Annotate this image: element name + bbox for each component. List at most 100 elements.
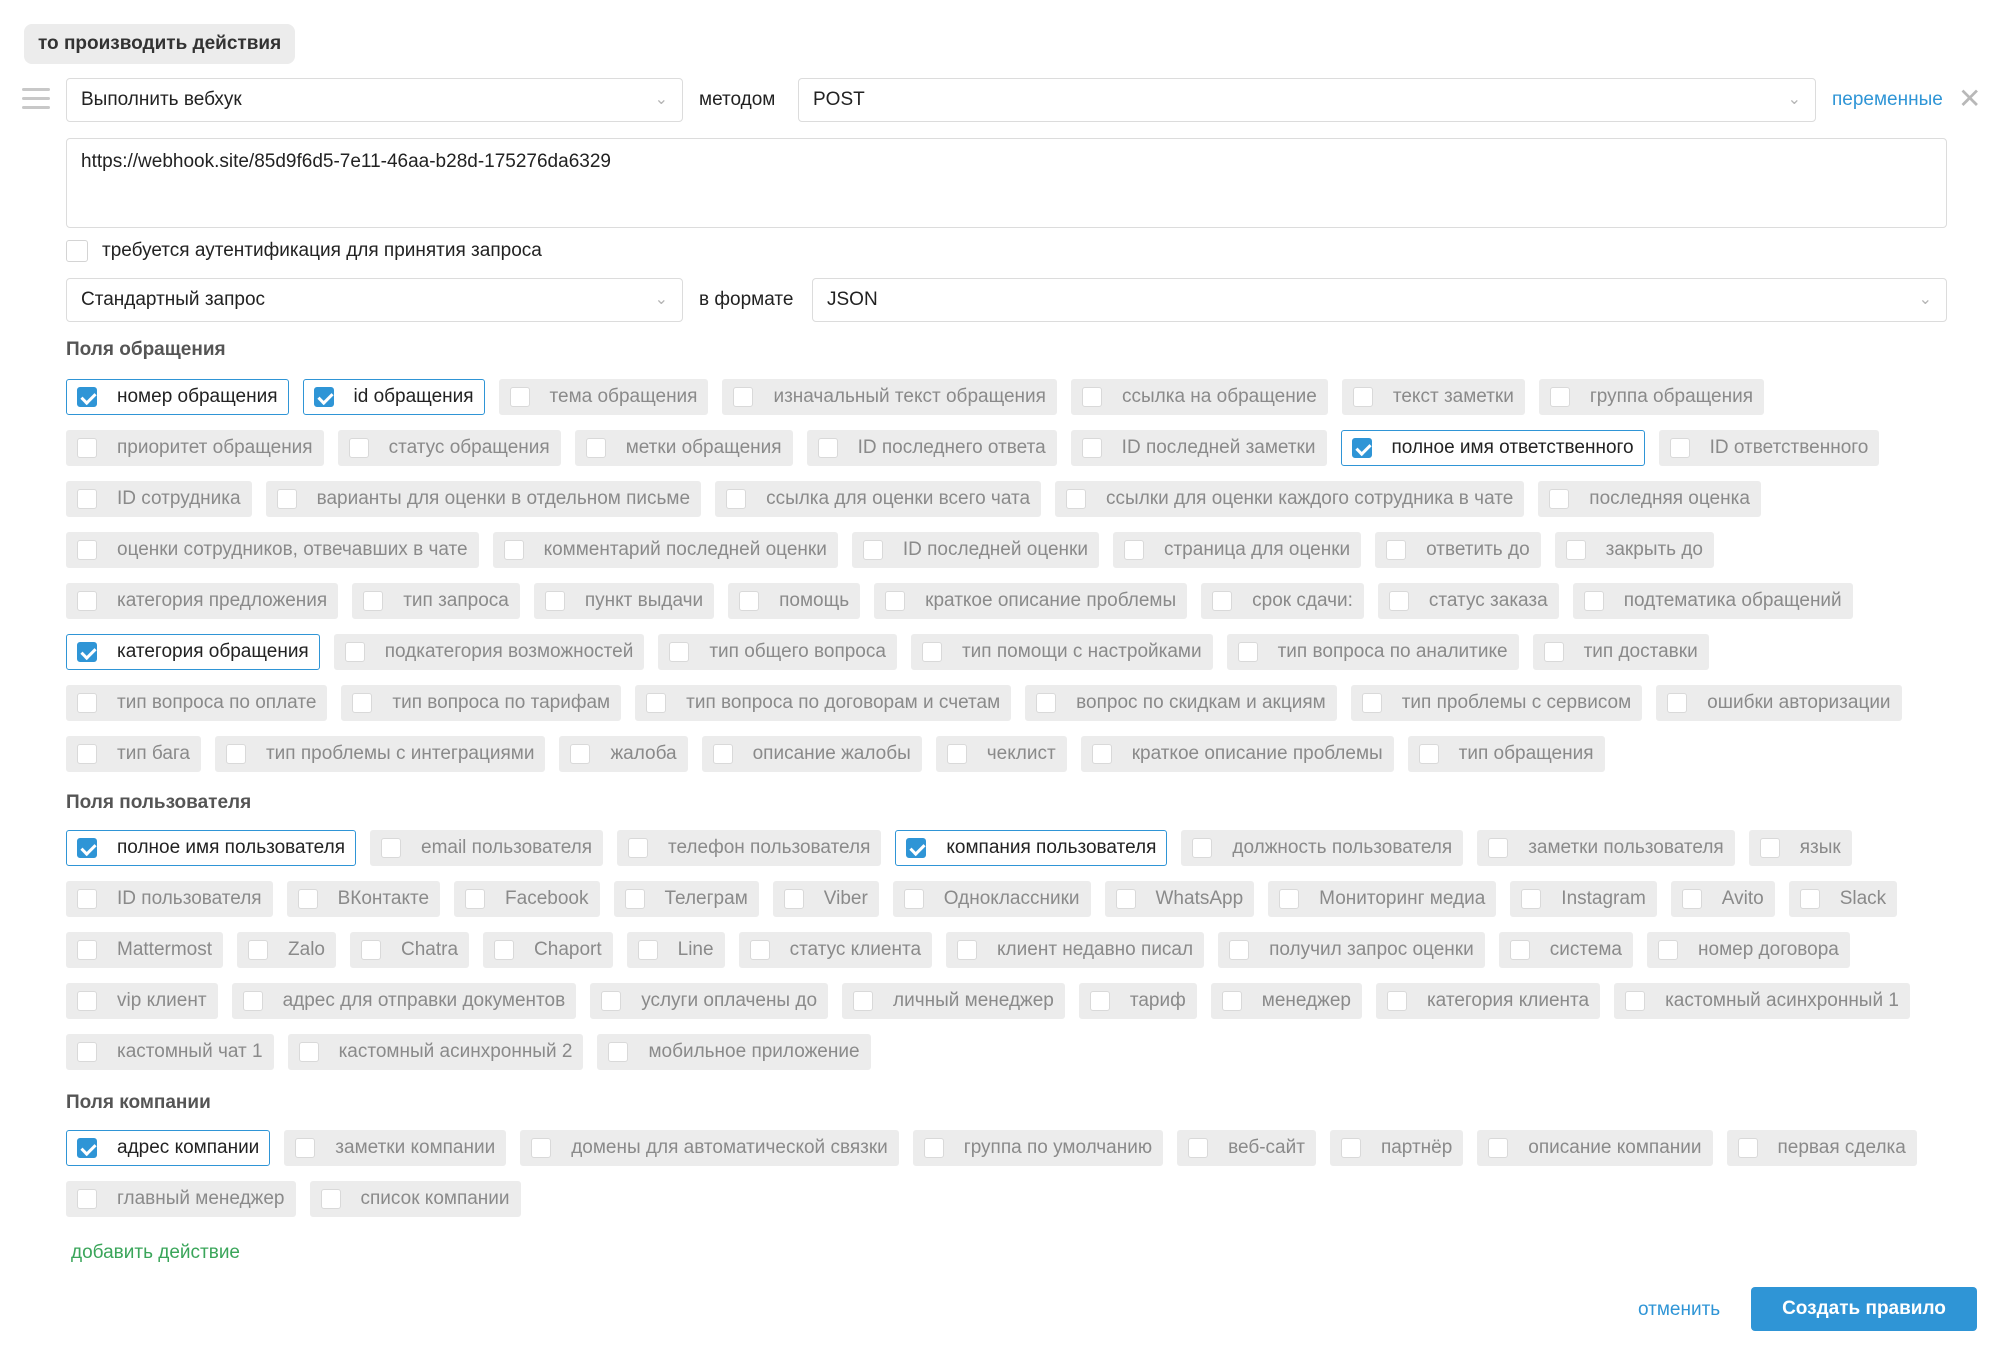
- field-checkbox[interactable]: адрес для отправки документов: [231, 983, 577, 1019]
- field-checkbox[interactable]: вопрос по скидкам и акциям: [1025, 685, 1337, 721]
- field-checkbox[interactable]: менеджер: [1210, 983, 1362, 1019]
- field-checkbox[interactable]: ответить до: [1375, 532, 1541, 568]
- field-checkbox[interactable]: Мониторинг медиа: [1268, 881, 1497, 917]
- field-checkbox[interactable]: ссылка на обращение: [1070, 379, 1328, 415]
- request-type-select[interactable]: Стандартный запрос ⌄: [66, 278, 683, 322]
- field-checkbox[interactable]: полное имя пользователя: [66, 830, 356, 866]
- field-checkbox[interactable]: кастомный чат 1: [66, 1034, 274, 1070]
- field-checkbox[interactable]: телефон пользователя: [617, 830, 882, 866]
- field-checkbox[interactable]: группа обращения: [1538, 379, 1765, 415]
- close-icon[interactable]: ✕: [1958, 84, 1981, 114]
- field-checkbox[interactable]: номер обращения: [66, 379, 289, 415]
- field-checkbox[interactable]: тип запроса: [352, 583, 520, 619]
- field-checkbox[interactable]: ВКонтакте: [286, 881, 441, 917]
- field-checkbox[interactable]: ID пользователя: [66, 881, 273, 917]
- field-checkbox[interactable]: ссылка для оценки всего чата: [715, 481, 1042, 517]
- field-checkbox[interactable]: ID последней оценки: [851, 532, 1099, 568]
- field-checkbox[interactable]: ID сотрудника: [66, 481, 252, 517]
- field-checkbox[interactable]: тип бага: [66, 736, 201, 772]
- field-checkbox[interactable]: тема обращения: [498, 379, 709, 415]
- field-checkbox[interactable]: Mattermost: [66, 932, 224, 968]
- field-checkbox[interactable]: Телеграм: [613, 881, 759, 917]
- field-checkbox[interactable]: категория предложения: [66, 583, 339, 619]
- field-checkbox[interactable]: услуги оплачены до: [590, 983, 829, 1019]
- field-checkbox[interactable]: Slack: [1788, 881, 1898, 917]
- field-checkbox[interactable]: тариф: [1078, 983, 1197, 1019]
- field-checkbox[interactable]: текст заметки: [1341, 379, 1525, 415]
- field-checkbox[interactable]: первая сделка: [1726, 1130, 1917, 1166]
- field-checkbox[interactable]: статус заказа: [1377, 583, 1559, 619]
- field-checkbox[interactable]: ссылки для оценки каждого сотрудника в ч…: [1055, 481, 1525, 517]
- field-checkbox[interactable]: кастомный асинхронный 2: [287, 1034, 584, 1070]
- field-checkbox[interactable]: главный менеджер: [66, 1181, 296, 1217]
- field-checkbox[interactable]: оценки сотрудников, отвечавших в чате: [66, 532, 479, 568]
- field-checkbox[interactable]: тип проблемы с интеграциями: [214, 736, 546, 772]
- field-checkbox[interactable]: ID последнего ответа: [806, 430, 1057, 466]
- field-checkbox[interactable]: пункт выдачи: [533, 583, 715, 619]
- field-checkbox[interactable]: заметки пользователя: [1477, 830, 1735, 866]
- field-checkbox[interactable]: Одноклассники: [892, 881, 1091, 917]
- add-action-link[interactable]: добавить действие: [71, 1242, 240, 1264]
- field-checkbox[interactable]: метки обращения: [574, 430, 793, 466]
- field-checkbox[interactable]: тип помощи с настройками: [910, 634, 1213, 670]
- field-checkbox[interactable]: Avito: [1670, 881, 1775, 917]
- field-checkbox[interactable]: личный менеджер: [842, 983, 1065, 1019]
- field-checkbox[interactable]: WhatsApp: [1104, 881, 1255, 917]
- field-checkbox[interactable]: Chatra: [350, 932, 470, 968]
- field-checkbox[interactable]: тип обращения: [1407, 736, 1605, 772]
- field-checkbox[interactable]: тип вопроса по договорам и счетам: [635, 685, 1012, 721]
- field-checkbox[interactable]: веб-сайт: [1177, 1130, 1316, 1166]
- field-checkbox[interactable]: срок сдачи:: [1201, 583, 1364, 619]
- auth-required-checkbox[interactable]: требуется аутентификация для принятия за…: [66, 238, 542, 264]
- field-checkbox[interactable]: последняя оценка: [1538, 481, 1761, 517]
- webhook-url-input[interactable]: https://webhook.site/85d9f6d5-7e11-46aa-…: [66, 138, 1947, 228]
- field-checkbox[interactable]: подтематика обращений: [1572, 583, 1853, 619]
- field-checkbox[interactable]: тип вопроса по тарифам: [341, 685, 622, 721]
- field-checkbox[interactable]: тип общего вопроса: [658, 634, 897, 670]
- field-checkbox[interactable]: адрес компании: [66, 1130, 271, 1166]
- field-checkbox[interactable]: партнёр: [1329, 1130, 1464, 1166]
- field-checkbox[interactable]: подкатегория возможностей: [333, 634, 645, 670]
- field-checkbox[interactable]: ID ответственного: [1658, 430, 1880, 466]
- field-checkbox[interactable]: группа по умолчанию: [912, 1130, 1164, 1166]
- field-checkbox[interactable]: статус обращения: [337, 430, 561, 466]
- field-checkbox[interactable]: vip клиент: [66, 983, 218, 1019]
- field-checkbox[interactable]: Instagram: [1510, 881, 1657, 917]
- field-checkbox[interactable]: id обращения: [302, 379, 485, 415]
- field-checkbox[interactable]: система: [1498, 932, 1634, 968]
- action-type-select[interactable]: Выполнить вебхук ⌄: [66, 78, 683, 122]
- field-checkbox[interactable]: жалоба: [559, 736, 688, 772]
- field-checkbox[interactable]: клиент недавно писал: [946, 932, 1205, 968]
- create-rule-button[interactable]: Создать правило: [1751, 1287, 1977, 1331]
- field-checkbox[interactable]: тип доставки: [1532, 634, 1709, 670]
- field-checkbox[interactable]: язык: [1748, 830, 1852, 866]
- field-checkbox[interactable]: краткое описание проблемы: [1080, 736, 1394, 772]
- field-checkbox[interactable]: ошибки авторизации: [1656, 685, 1902, 721]
- field-checkbox[interactable]: страница для оценки: [1112, 532, 1362, 568]
- field-checkbox[interactable]: помощь: [728, 583, 861, 619]
- field-checkbox[interactable]: описание компании: [1477, 1130, 1713, 1166]
- field-checkbox[interactable]: мобильное приложение: [597, 1034, 871, 1070]
- field-checkbox[interactable]: Chaport: [483, 932, 613, 968]
- field-checkbox[interactable]: ID последней заметки: [1070, 430, 1327, 466]
- field-checkbox[interactable]: Facebook: [454, 881, 600, 917]
- field-checkbox[interactable]: полное имя ответственного: [1340, 430, 1645, 466]
- field-checkbox[interactable]: категория клиента: [1375, 983, 1601, 1019]
- format-select[interactable]: JSON ⌄: [812, 278, 1947, 322]
- cancel-link[interactable]: отменить: [1638, 1299, 1720, 1321]
- field-checkbox[interactable]: номер договора: [1647, 932, 1850, 968]
- variables-link[interactable]: переменные: [1832, 89, 1943, 111]
- field-checkbox[interactable]: чеклист: [935, 736, 1067, 772]
- field-checkbox[interactable]: изначальный текст обращения: [722, 379, 1057, 415]
- field-checkbox[interactable]: варианты для оценки в отдельном письме: [265, 481, 702, 517]
- field-checkbox[interactable]: тип вопроса по аналитике: [1226, 634, 1519, 670]
- field-checkbox[interactable]: краткое описание проблемы: [874, 583, 1188, 619]
- field-checkbox[interactable]: Line: [626, 932, 725, 968]
- field-checkbox[interactable]: тип проблемы с сервисом: [1350, 685, 1643, 721]
- field-checkbox[interactable]: статус клиента: [738, 932, 933, 968]
- method-select[interactable]: POST ⌄: [798, 78, 1816, 122]
- field-checkbox[interactable]: приоритет обращения: [66, 430, 324, 466]
- field-checkbox[interactable]: Zalo: [237, 932, 336, 968]
- field-checkbox[interactable]: должность пользователя: [1181, 830, 1464, 866]
- field-checkbox[interactable]: Viber: [772, 881, 879, 917]
